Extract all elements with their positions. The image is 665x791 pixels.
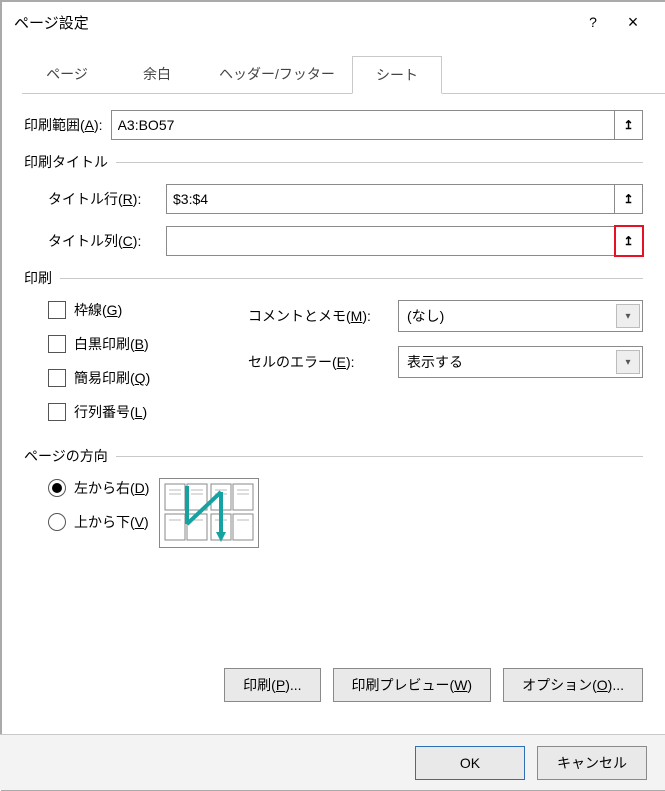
comments-label: コメントとメモ(M): [248,306,398,326]
radio-circle [48,479,66,497]
print-group-label: 印刷 [24,268,52,288]
title-cols-row: タイトル列(C): ↥ [48,226,643,256]
radio-dot [52,483,62,493]
help-button[interactable]: ? [573,8,613,36]
sheet-tab-content: 印刷範囲(A): ↥ 印刷タイトル タイトル行(R): ↥ [2,94,665,702]
print-area-input[interactable] [111,110,615,140]
page-order-illustration [159,478,259,548]
errors-value: 表示する [407,352,463,372]
ltr-label: 左から右(D) [74,478,149,498]
dialog-footer: OK キャンセル [0,734,665,790]
chevron-down-icon: ▾ [616,304,640,328]
title-rows-label: タイトル行(R): [48,189,158,209]
draft-checkbox[interactable]: 簡易印刷(Q) [48,368,248,388]
comments-select[interactable]: (なし) ▾ [398,300,643,332]
title-cols-collapse-button[interactable]: ↥ [615,226,643,256]
divider [116,456,643,457]
print-area-label: 印刷範囲(A): [24,115,103,135]
print-titles-group: 印刷タイトル [24,152,643,172]
tab-margins[interactable]: 余白 [112,56,202,93]
options-button[interactable]: オプション(O)... [503,668,643,702]
checkbox-box [48,369,66,387]
ttb-label: 上から下(V) [74,512,149,532]
print-area-row: 印刷範囲(A): ↥ [24,110,643,140]
titlebar: ページ設定 ? × [2,2,665,42]
title-rows-collapse-button[interactable]: ↥ [615,184,643,214]
collapse-icon: ↥ [623,193,633,205]
print-button[interactable]: 印刷(P)... [224,668,320,702]
gridlines-checkbox[interactable]: 枠線(G) [48,300,248,320]
errors-select[interactable]: 表示する ▾ [398,346,643,378]
bw-checkbox[interactable]: 白黒印刷(B) [48,334,248,354]
print-preview-button[interactable]: 印刷プレビュー(W) [333,668,492,702]
title-rows-input[interactable] [166,184,615,214]
tab-sheet[interactable]: シート [352,56,442,94]
rowcol-checkbox[interactable]: 行列番号(L) [48,402,248,422]
draft-label: 簡易印刷(Q) [74,368,150,388]
bw-label: 白黒印刷(B) [74,334,149,354]
gridlines-label: 枠線(G) [74,300,122,320]
collapse-icon: ↥ [623,235,633,247]
print-group: 印刷 [24,268,643,288]
comments-value: (なし) [407,306,444,326]
title-cols-input[interactable] [166,226,615,256]
help-icon: ? [589,14,597,30]
tab-header-footer[interactable]: ヘッダー/フッター [202,56,352,93]
title-cols-label: タイトル列(C): [48,231,158,251]
close-icon: × [628,12,639,33]
print-titles-group-label: 印刷タイトル [24,152,108,172]
divider [60,278,643,279]
order-left-to-right-radio[interactable]: 左から右(D) [48,478,149,498]
dialog-title: ページ設定 [14,12,573,33]
checkbox-box [48,301,66,319]
checkbox-box [48,335,66,353]
collapse-icon: ↥ [623,119,633,131]
order-top-to-bottom-radio[interactable]: 上から下(V) [48,512,149,532]
page-order-group-label: ページの方向 [24,446,108,466]
rowcol-label: 行列番号(L) [74,402,147,422]
errors-label: セルのエラー(E): [248,352,398,372]
chevron-down-icon: ▾ [616,350,640,374]
action-buttons: 印刷(P)... 印刷プレビュー(W) オプション(O)... [24,668,643,702]
close-button[interactable]: × [613,8,653,36]
title-rows-row: タイトル行(R): ↥ [48,184,643,214]
cancel-button[interactable]: キャンセル [537,746,647,780]
page-order-group: ページの方向 [24,446,643,466]
print-area-collapse-button[interactable]: ↥ [615,110,643,140]
radio-circle [48,513,66,531]
ok-button[interactable]: OK [415,746,525,780]
tabstrip: ページ 余白 ヘッダー/フッター シート [22,56,665,94]
checkbox-box [48,403,66,421]
divider [116,162,643,163]
tab-page[interactable]: ページ [22,56,112,93]
